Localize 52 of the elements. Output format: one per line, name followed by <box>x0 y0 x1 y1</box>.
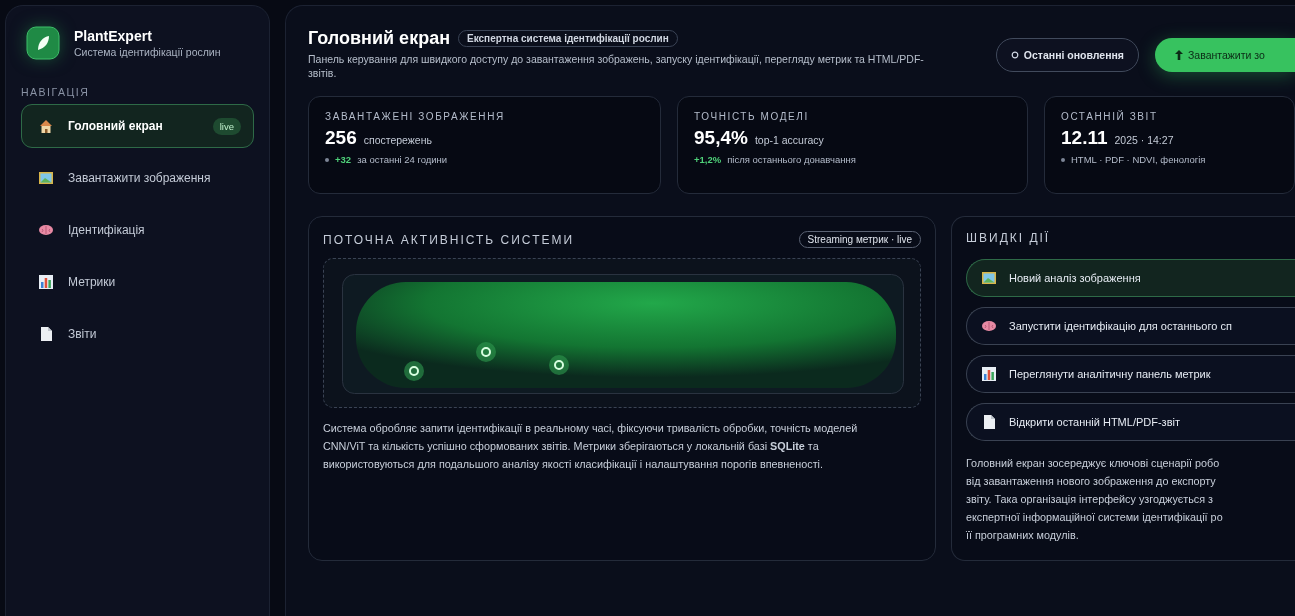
stat-note: за останні 24 години <box>357 154 448 166</box>
app-name: PlantExpert <box>74 28 153 44</box>
upload-icon <box>1175 50 1183 60</box>
stat-note: HTML · PDF · NDVI, фенологія <box>1071 154 1206 166</box>
quick-action-button[interactable]: Запустити ідентифікацію для останнього сп <box>966 307 1295 346</box>
page-title: Головний екран <box>308 28 450 49</box>
stat-delta: +1,2% <box>694 154 722 166</box>
updates-button[interactable]: Останні оновлення <box>995 38 1139 72</box>
description-line: її програмних модулів. <box>966 527 1080 543</box>
stat-label: ОСТАННІЙ ЗВІТ <box>1061 111 1159 123</box>
quick-action-button[interactable]: Відкрити останній HTML/PDF-звіт <box>966 403 1295 442</box>
nav-heading: НАВІГАЦІЯ <box>21 86 91 98</box>
description-line: звіту. Така організація інтерфейсу узгоджується з <box>966 491 1215 507</box>
live-badge: live <box>212 117 241 135</box>
bullet-dot <box>1061 157 1065 162</box>
nav-item[interactable]: Метрики <box>21 260 254 304</box>
brain-icon <box>38 222 54 238</box>
nav-item[interactable]: Звіти <box>21 312 254 356</box>
quick-action-button[interactable]: Новий аналіз зображення <box>966 259 1295 298</box>
stat-value: 256 <box>325 127 357 150</box>
bar-chart-icon <box>38 274 54 290</box>
nav-item[interactable]: Ідентифікація <box>21 208 254 252</box>
activity-description: Система обробляє запити ідентифікації в реальному часі, фіксуючи тривалість обробки, точність моделей CNN/ViT та кількість успішно сформованих звітів. Метрики зберігаються у локальній базі SQLite та використовуються для подальшого аналізу якості класифікації і налаштування порогів впевненості. <box>323 421 859 472</box>
house-icon <box>38 118 54 134</box>
document-icon <box>38 326 54 342</box>
bullet-dot <box>325 157 329 162</box>
bar-chart-icon <box>981 366 997 383</box>
description-line: експертної інформаційної системи ідентифікації ро <box>966 509 1224 525</box>
page-description: Панель керування для швидкого доступу до завантаження зображень, запуску ідентифікації, перегляду метрик та HTML/PDF-звітів. <box>308 53 925 81</box>
description-line: Головний екран зосереджує ключові сценарії робо <box>966 456 1221 472</box>
app-subtitle: Система ідентифікації рослин <box>74 46 221 58</box>
stat-label: ТОЧНІСТЬ МОДЕЛІ <box>694 111 810 123</box>
upload-button[interactable]: Завантажити зо <box>1155 38 1295 72</box>
stat-unit: 2025 · 14:27 <box>1114 134 1174 147</box>
stat-value: 12.11 <box>1061 127 1108 150</box>
nav-item[interactable]: Головний екран live <box>21 104 254 148</box>
stat-value: 95,4% <box>694 127 748 150</box>
quick-action-button[interactable]: Переглянути аналітичну панель метрик <box>966 355 1295 394</box>
document-icon <box>981 414 997 431</box>
stat-note: після останнього донавчання <box>727 154 856 166</box>
description-line: від завантаження нового зображення до експорту <box>966 474 1217 490</box>
stat-label: ЗАВАНТАЖЕНІ ЗОБРАЖЕННЯ <box>325 111 506 123</box>
circle-icon <box>1010 51 1019 59</box>
leaf-logo-icon <box>26 26 60 60</box>
image-icon <box>38 170 54 186</box>
panel-title: ШВИДКІ ДІЇ <box>966 231 1052 246</box>
panel-title: ПОТОЧНА АКТИВНІСТЬ СИСТЕМИ <box>323 232 575 247</box>
image-icon <box>981 270 997 287</box>
stat-unit: спостережень <box>363 134 432 147</box>
stat-delta: +32 <box>335 154 352 166</box>
nav-item[interactable]: Завантажити зображення <box>21 156 254 200</box>
stat-unit: top-1 accuracy <box>754 134 824 147</box>
